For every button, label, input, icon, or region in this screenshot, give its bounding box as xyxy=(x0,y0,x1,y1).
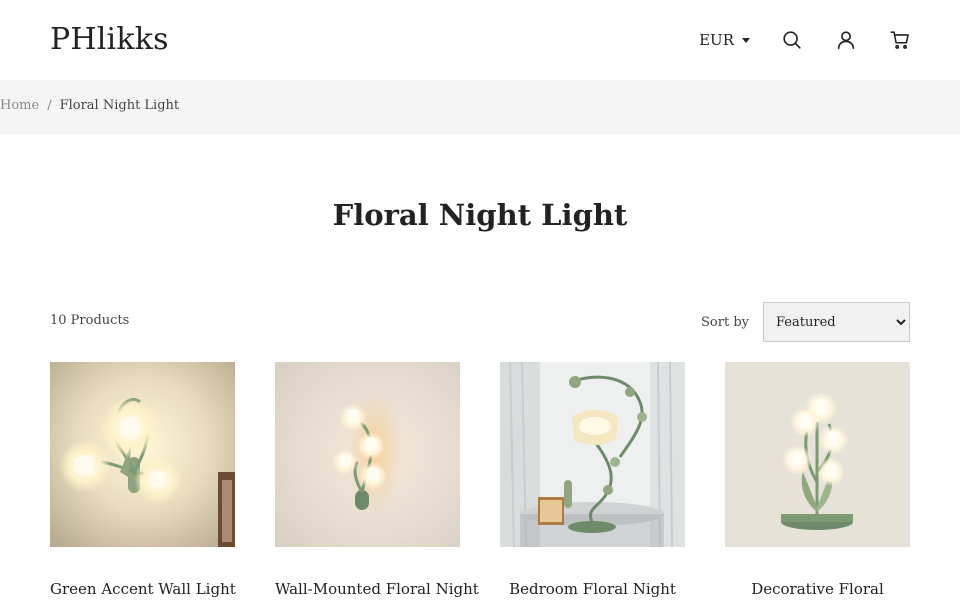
product-image[interactable] xyxy=(50,362,235,547)
search-icon xyxy=(783,31,801,49)
product-card[interactable]: Bedroom Floral Night xyxy=(500,362,685,598)
wall-light-image xyxy=(50,362,235,547)
currency-label: EUR xyxy=(699,31,734,49)
caret-down-icon xyxy=(742,37,750,43)
account-icon xyxy=(837,31,855,50)
account-button[interactable] xyxy=(834,28,858,52)
product-card[interactable]: Decorative Floral xyxy=(725,362,910,598)
decorative-lamp-image xyxy=(725,362,910,547)
breadcrumb-separator: / xyxy=(47,98,52,113)
sort-control: Sort by Featured xyxy=(701,302,910,342)
product-title[interactable]: Bedroom Floral Night xyxy=(500,580,685,598)
product-image[interactable] xyxy=(500,362,685,547)
sort-label: Sort by xyxy=(701,314,749,330)
cart-button[interactable] xyxy=(888,28,912,52)
product-title[interactable]: Green Accent Wall Light xyxy=(50,580,236,598)
breadcrumb: Home / Floral Night Light xyxy=(0,98,179,113)
product-card[interactable]: Wall-Mounted Floral Night xyxy=(275,362,479,598)
site-header: PHlikks EUR xyxy=(0,0,960,80)
search-button[interactable] xyxy=(780,28,804,52)
product-image[interactable] xyxy=(725,362,910,547)
breadcrumb-bar: Home / Floral Night Light xyxy=(0,80,960,134)
product-image[interactable] xyxy=(275,362,460,547)
product-card[interactable]: Green Accent Wall Light xyxy=(50,362,236,598)
header-actions: EUR xyxy=(699,26,912,54)
breadcrumb-home-link[interactable]: Home xyxy=(0,98,39,113)
site-logo[interactable]: PHlikks xyxy=(50,22,169,57)
product-count: 10 Products xyxy=(50,313,130,328)
product-title[interactable]: Wall-Mounted Floral Night xyxy=(275,580,479,598)
page-title: Floral Night Light xyxy=(332,198,628,232)
cart-icon xyxy=(890,31,909,49)
bedroom-lamp-image xyxy=(500,362,685,547)
sort-select[interactable]: Featured xyxy=(763,302,910,342)
breadcrumb-current: Floral Night Light xyxy=(59,98,180,113)
product-grid: Green Accent Wall Light Wall-Mounted Flo… xyxy=(50,362,910,600)
product-title[interactable]: Decorative Floral xyxy=(725,580,910,598)
wall-mounted-light-image xyxy=(275,362,460,547)
currency-selector[interactable]: EUR xyxy=(699,31,750,49)
